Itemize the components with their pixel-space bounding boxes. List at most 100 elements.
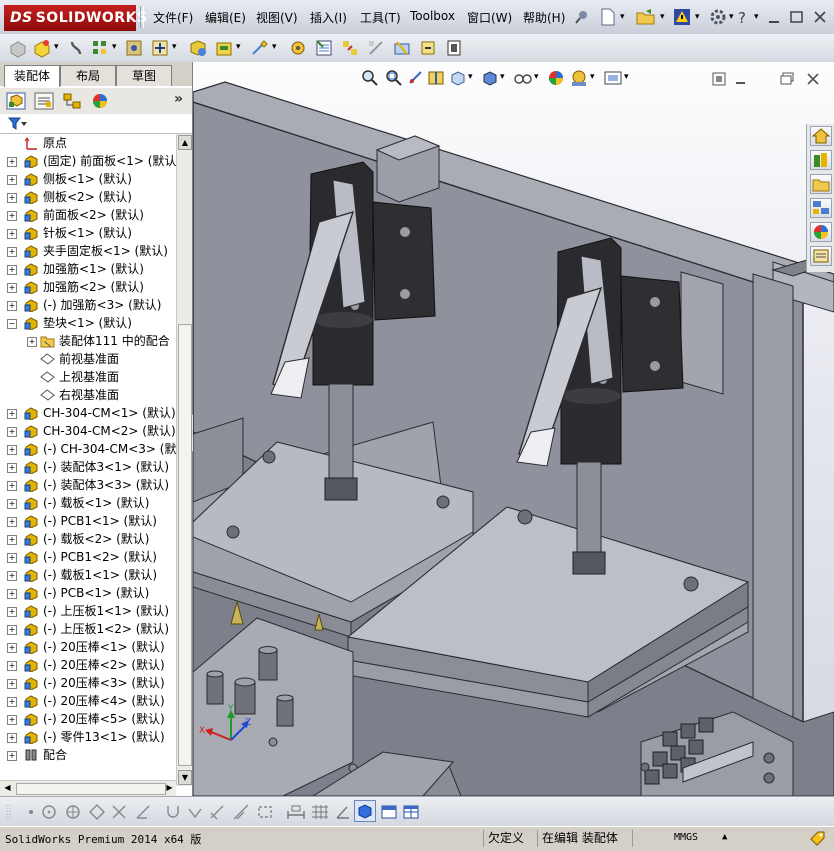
explode-line-sketch-icon[interactable]	[366, 38, 386, 58]
scroll-right-arrow-icon[interactable]: ▶	[163, 782, 176, 794]
menu-file[interactable]: 文件(F)	[153, 9, 193, 26]
move-component-icon[interactable]	[150, 38, 170, 58]
expand-icon[interactable]: +	[7, 157, 17, 167]
expand-icon[interactable]: +	[7, 229, 17, 239]
linear-pattern-icon[interactable]	[90, 38, 110, 58]
mate-icon[interactable]	[66, 38, 86, 58]
expand-icon[interactable]: +	[7, 481, 17, 491]
new-document-icon[interactable]	[600, 8, 616, 26]
menu-insert[interactable]: 插入(I)	[310, 9, 347, 26]
expand-icon[interactable]: +	[7, 751, 17, 761]
window-split-horizontal-icon[interactable]	[380, 803, 398, 821]
tree-item[interactable]: + 夹手固定板<1> (默认)	[0, 242, 176, 260]
trim-icon[interactable]	[110, 803, 128, 821]
hscroll-thumb[interactable]	[16, 783, 166, 795]
window-split-four-icon[interactable]	[402, 803, 420, 821]
chevron-down-icon[interactable]: ▾	[112, 42, 117, 52]
expand-icon[interactable]: +	[7, 625, 17, 635]
collapse-icon[interactable]: −	[7, 319, 17, 329]
mirror-entities-icon[interactable]	[208, 803, 226, 821]
tree-item[interactable]: 前视基准面	[0, 350, 176, 368]
expand-icon[interactable]: +	[7, 193, 17, 203]
expand-icon[interactable]: +	[7, 247, 17, 257]
tree-item[interactable]: + 装配体111 中的配合	[0, 332, 176, 350]
tree-item[interactable]: + (-) 上压板1<2> (默认)	[0, 620, 176, 638]
chevron-down-icon[interactable]: ▾	[729, 12, 734, 22]
tree-item[interactable]: + 加强筋<2> (默认)	[0, 278, 176, 296]
expand-icon[interactable]: +	[7, 517, 17, 527]
diamond-sketch-icon[interactable]	[88, 803, 106, 821]
expand-panel-icon[interactable]: »	[174, 91, 183, 107]
tree-item[interactable]: + (-) PCB<1> (默认)	[0, 584, 176, 602]
expand-icon[interactable]: +	[7, 211, 17, 221]
expand-icon[interactable]: +	[7, 589, 17, 599]
graphics-area[interactable]: ▾ ▾ ▾ ▾ ▾ Y X Z	[193, 62, 834, 796]
menu-edit[interactable]: 编辑(E)	[205, 9, 246, 26]
menu-tools[interactable]: 工具(T)	[360, 9, 401, 26]
tree-item[interactable]: + (-) 20压棒<5> (默认)	[0, 710, 176, 728]
angle-icon[interactable]	[334, 803, 352, 821]
line-icon[interactable]	[232, 803, 250, 821]
expand-icon[interactable]: +	[7, 661, 17, 671]
expand-icon[interactable]: +	[7, 409, 17, 419]
menu-help[interactable]: 帮助(H)	[523, 9, 565, 26]
tree-item[interactable]: + (-) 20压棒<1> (默认)	[0, 638, 176, 656]
scroll-down-arrow-icon[interactable]: ▼	[178, 770, 192, 785]
appearances-tab[interactable]	[810, 222, 832, 242]
tree-item[interactable]: + CH-304-CM<2> (默认)	[0, 422, 176, 440]
grid-icon[interactable]	[310, 803, 330, 821]
tree-item[interactable]: + (-) 上压板1<1> (默认)	[0, 602, 176, 620]
point-icon[interactable]	[22, 803, 40, 821]
reference-geometry-icon[interactable]	[250, 38, 270, 58]
pin-icon[interactable]	[574, 9, 590, 25]
rectangle-sketch-icon[interactable]	[256, 803, 274, 821]
bill-of-materials-icon[interactable]	[314, 38, 334, 58]
expand-icon[interactable]: +	[7, 499, 17, 509]
view-palette-tab[interactable]	[810, 198, 832, 218]
instant3d-icon[interactable]	[444, 38, 464, 58]
extend-icon[interactable]	[134, 803, 152, 821]
scrollbar-thumb[interactable]	[178, 324, 192, 766]
circle-sketch-icon[interactable]	[40, 803, 58, 821]
expand-icon[interactable]: +	[7, 445, 17, 455]
smart-fasteners-icon[interactable]	[124, 38, 144, 58]
custom-properties-tab[interactable]	[810, 246, 832, 266]
tree-item[interactable]: 上视基准面	[0, 368, 176, 386]
tree-item[interactable]: + 前面板<2> (默认)	[0, 206, 176, 224]
file-explorer-tab[interactable]	[810, 174, 832, 194]
tree-item[interactable]: + (-) 载板<1> (默认)	[0, 494, 176, 512]
expand-icon[interactable]: +	[7, 463, 17, 473]
expand-icon[interactable]: +	[7, 175, 17, 185]
exploded-view-icon[interactable]	[340, 38, 360, 58]
chevron-down-icon[interactable]: ▾	[54, 42, 59, 52]
tree-item[interactable]: + (-) 20压棒<4> (默认)	[0, 692, 176, 710]
expand-icon[interactable]: +	[27, 337, 37, 347]
help-icon[interactable]: ?	[735, 8, 753, 26]
restore-icon[interactable]	[789, 9, 805, 25]
expand-icon[interactable]: +	[7, 733, 17, 743]
tree-item[interactable]: + 加强筋<1> (默认)	[0, 260, 176, 278]
3d-view-button[interactable]	[354, 800, 376, 822]
assembly-features-icon[interactable]	[214, 38, 234, 58]
units-indicator[interactable]: MMGS	[674, 832, 698, 843]
tree-item[interactable]: 右视基准面	[0, 386, 176, 404]
clearance-verification-icon[interactable]	[418, 38, 438, 58]
tag-icon[interactable]	[808, 830, 826, 848]
chevron-down-icon[interactable]: ▾	[620, 12, 625, 22]
display-manager-icon[interactable]	[90, 92, 110, 110]
chevron-down-icon[interactable]: ▾	[695, 12, 700, 22]
configuration-manager-icon[interactable]	[62, 92, 82, 110]
new-part-icon[interactable]	[32, 38, 52, 58]
menu-view[interactable]: 视图(V)	[256, 9, 298, 26]
expand-icon[interactable]: +	[7, 301, 17, 311]
tab-assembly[interactable]: 装配体	[4, 65, 60, 87]
tree-horizontal-scrollbar[interactable]: ◀ ▶	[0, 780, 176, 797]
expand-icon[interactable]: +	[7, 265, 17, 275]
tree-item[interactable]: + (-) 零件13<1> (默认)	[0, 728, 176, 746]
tree-item[interactable]: − 垫块<1> (默认)	[0, 314, 176, 332]
expand-icon[interactable]: +	[7, 643, 17, 653]
tree-item[interactable]: + (-) CH-304-CM<3> (默认	[0, 440, 176, 458]
convert-entities-icon[interactable]	[186, 803, 204, 821]
rebuild-warning-icon[interactable]	[673, 8, 691, 26]
open-folder-icon[interactable]	[636, 8, 656, 26]
